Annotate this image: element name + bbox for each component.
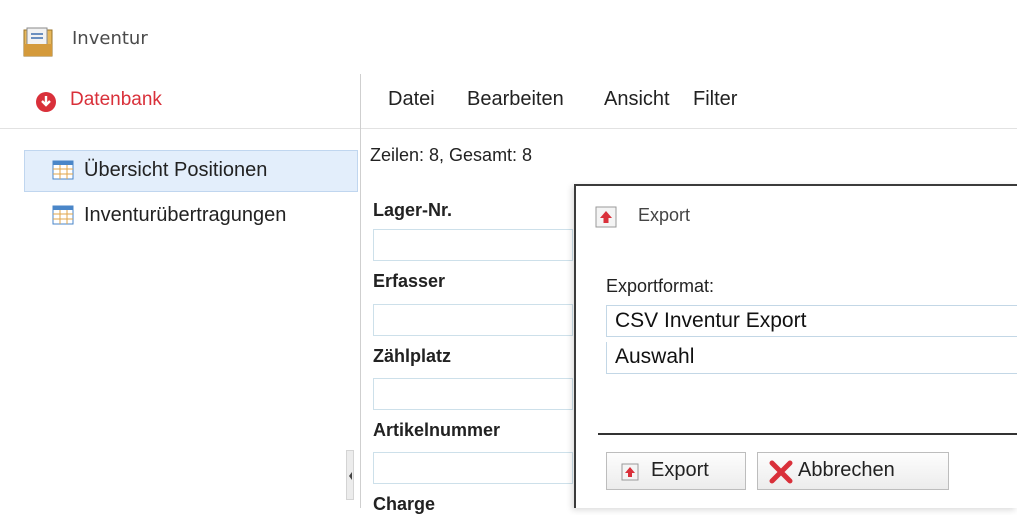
menu-edit[interactable]: Bearbeiten [467, 88, 564, 111]
table-icon [52, 205, 74, 225]
sidebar-item-inventory-transfers[interactable]: Inventurübertragungen [84, 204, 286, 227]
menu-filter[interactable]: Filter [693, 88, 737, 111]
title-bar [0, 0, 1017, 72]
inventory-app-icon [23, 27, 53, 57]
export-icon [621, 463, 639, 481]
cancel-button-label: Abbrechen [798, 459, 895, 481]
storage-no-input[interactable] [373, 229, 573, 261]
export-button-label: Export [651, 459, 709, 481]
cancel-x-icon [769, 460, 793, 484]
window-title: Inventur [72, 28, 148, 49]
selection-option[interactable]: Auswahl [606, 342, 1017, 374]
field-label-storage-no: Lager-Nr. [373, 200, 453, 220]
menu-bar [361, 74, 1017, 129]
export-format-select[interactable]: CSV Inventur Export [606, 305, 1017, 337]
navigation-panel [0, 74, 361, 508]
dialog-divider [598, 433, 1017, 435]
export-icon [595, 206, 617, 228]
database-label[interactable]: Datenbank [70, 89, 162, 111]
dialog-title: Export [638, 205, 691, 225]
sidebar-item-label[interactable]: Übersicht Positionen [84, 159, 267, 182]
field-label-batch: Charge [373, 494, 436, 514]
download-circle-icon [36, 92, 56, 112]
field-label-counting-place: Zählplatz [373, 346, 452, 366]
counting-place-input[interactable] [373, 378, 573, 410]
rows-count-status: Zeilen: 8, Gesamt: 8 [370, 145, 533, 165]
export-format-label: Exportformat: [606, 276, 715, 296]
article-number-input[interactable] [373, 452, 573, 484]
cancel-button[interactable]: Abbrechen [757, 452, 949, 490]
export-button[interactable]: Export [606, 452, 746, 490]
field-label-recorder: Erfasser [373, 271, 446, 291]
table-icon [52, 160, 74, 180]
menu-file[interactable]: Datei [388, 88, 435, 111]
menu-view[interactable]: Ansicht [604, 88, 670, 111]
panel-collapse-handle[interactable] [346, 450, 354, 500]
field-label-article-number: Artikelnummer [373, 420, 501, 440]
recorder-input[interactable] [373, 304, 573, 336]
